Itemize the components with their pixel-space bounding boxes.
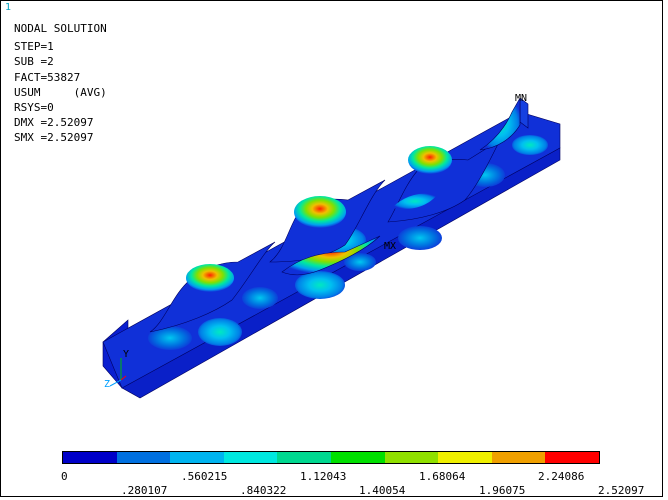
legend-label-280107: .280107 [121, 484, 168, 497]
legend-label-840322: .840322 [240, 484, 287, 497]
legend-color-segment-4 [277, 452, 331, 463]
legend-label-252097: 2.52097 [598, 484, 645, 497]
triad-z-label: Z [104, 379, 110, 390]
legend-color-segment-1 [116, 452, 171, 463]
legend-color-segment-0 [63, 452, 117, 463]
buckled-web [149, 96, 521, 333]
legend-label-224086: 2.24086 [538, 470, 585, 483]
contour-legend-bar [62, 451, 600, 464]
legend-label-560215: .560215 [181, 470, 228, 483]
legend-color-segment-3 [223, 452, 278, 463]
legend-color-segment-9 [545, 452, 599, 463]
legend-color-segment-2 [170, 452, 224, 463]
legend-label-140054: 1.40054 [359, 484, 406, 497]
fea-model-view[interactable]: MN MX Y Z [0, 0, 668, 500]
triad-y-label: Y [123, 349, 129, 360]
legend-label-168064: 1.68064 [419, 470, 466, 483]
legend-color-segment-8 [491, 452, 546, 463]
legend-label-196075: 1.96075 [479, 484, 526, 497]
legend-color-segment-5 [330, 452, 385, 463]
legend-label-0: 0 [61, 470, 68, 483]
legend-color-segment-6 [384, 452, 439, 463]
min-marker: MN [515, 93, 527, 104]
max-marker: MX [384, 241, 396, 252]
legend-label-112043: 1.12043 [300, 470, 347, 483]
legend-color-segment-7 [438, 452, 492, 463]
